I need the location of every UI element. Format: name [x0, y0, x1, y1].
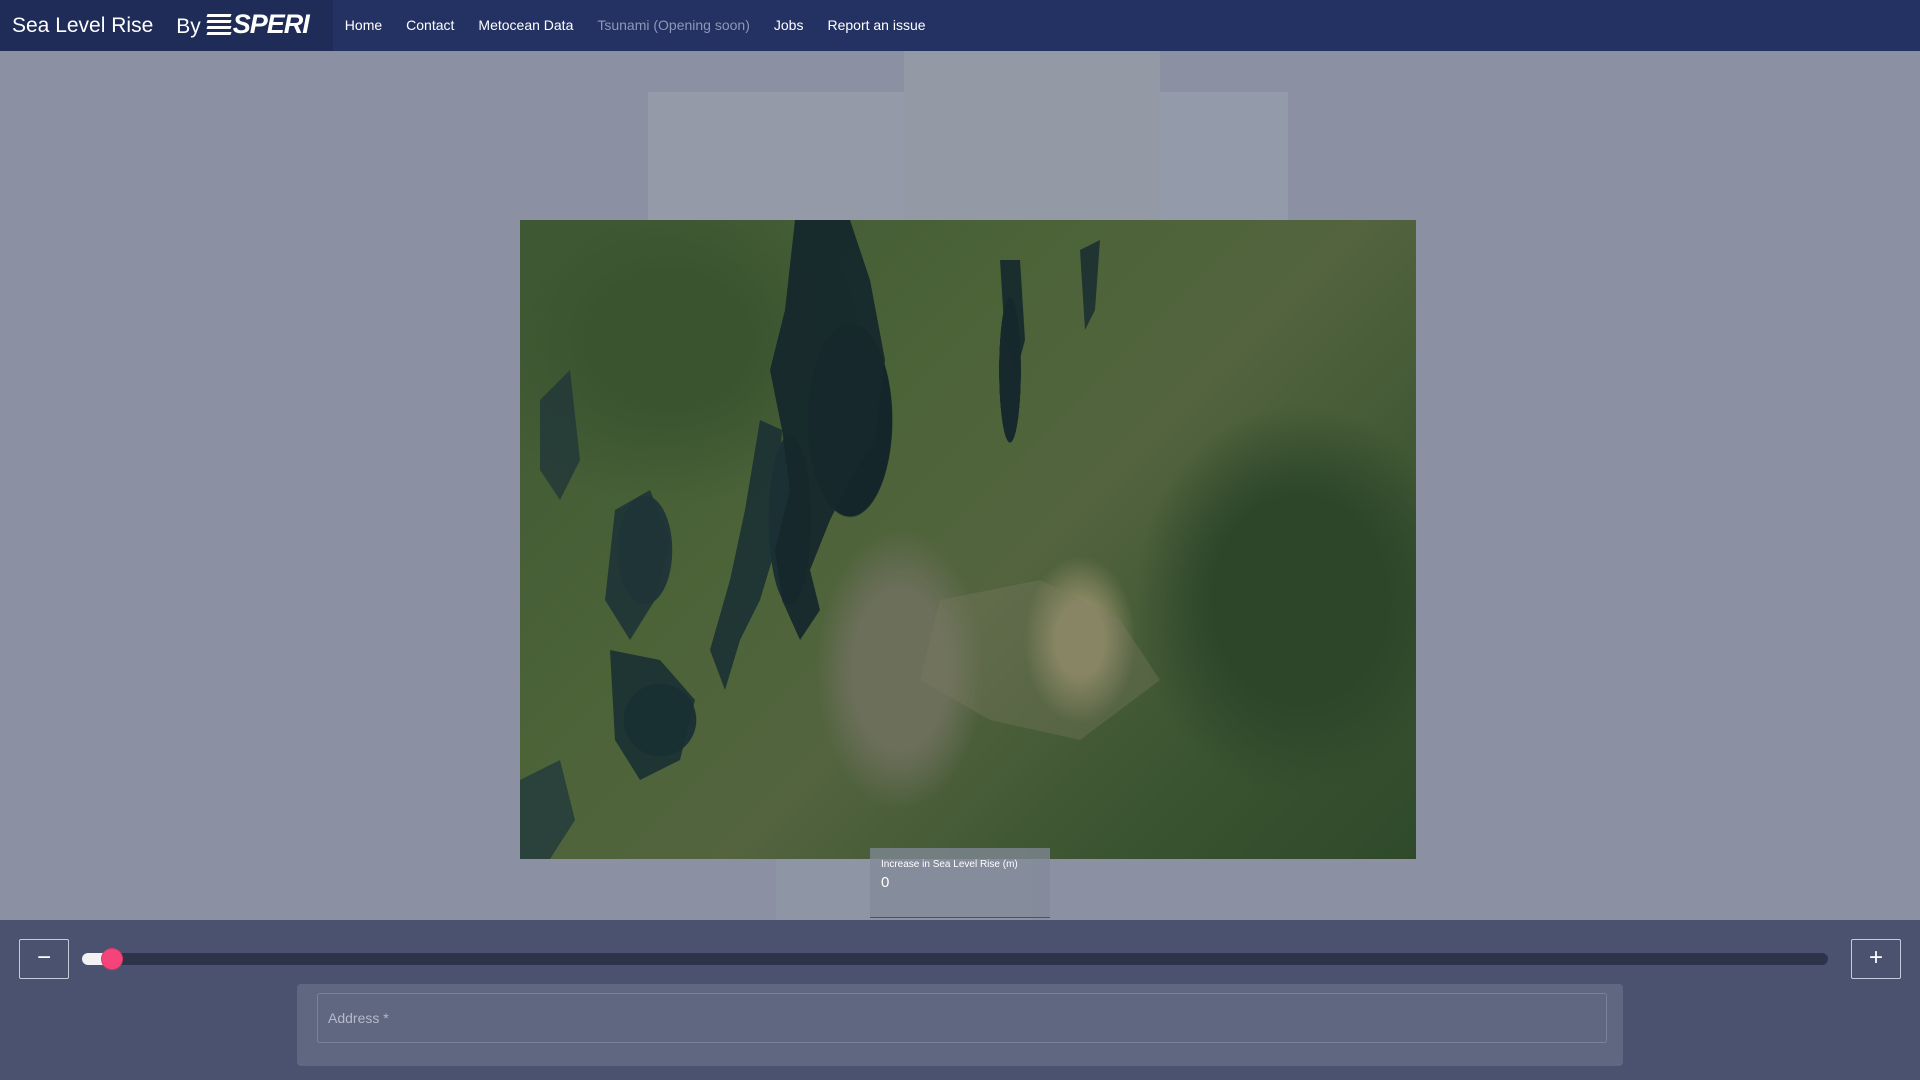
address-card [297, 984, 1623, 1066]
top-navbar: Sea Level Rise By SPERI Home Contact Met… [0, 0, 1920, 51]
increase-sea-level-button[interactable]: + [1851, 939, 1901, 979]
nav-link-jobs[interactable]: Jobs [762, 0, 816, 51]
nav-link-home[interactable]: Home [333, 0, 394, 51]
brand[interactable]: Sea Level Rise By SPERI [0, 0, 333, 51]
nav-link-contact[interactable]: Contact [394, 0, 466, 51]
map-tile-faded [648, 92, 904, 220]
nav-link-report-issue[interactable]: Report an issue [815, 0, 937, 51]
nav-link-tsunami: Tsunami (Opening soon) [597, 17, 750, 33]
sea-level-label: Increase in Sea Level Rise (m) [881, 859, 1018, 870]
map-tile-faded [1160, 92, 1288, 220]
water-bodies-overlay [520, 220, 1160, 859]
sea-level-readout: Increase in Sea Level Rise (m) 0 [870, 848, 1050, 918]
decrease-sea-level-button[interactable]: − [19, 939, 69, 979]
sea-level-value: 0 [881, 874, 890, 891]
map-tile-faded [904, 51, 1160, 220]
nav-link-metocean-data[interactable]: Metocean Data [466, 0, 585, 51]
logo-text: SPERI [232, 9, 310, 39]
satellite-imagery [520, 220, 1416, 859]
speri-logo: SPERI [206, 9, 310, 40]
map-canvas[interactable]: Increase in Sea Level Rise (m) 0 [0, 51, 1920, 920]
address-input[interactable] [317, 993, 1607, 1043]
bottom-control-panel: − + [0, 920, 1920, 1080]
nav-links: Home Contact Metocean Data Tsunami (Open… [333, 0, 938, 51]
slider-thumb[interactable] [102, 949, 122, 969]
logo-stripes-icon [206, 13, 232, 36]
app-title: Sea Level Rise [12, 13, 154, 37]
sea-level-slider[interactable] [82, 949, 1828, 969]
brand-by-label: By [176, 15, 201, 38]
